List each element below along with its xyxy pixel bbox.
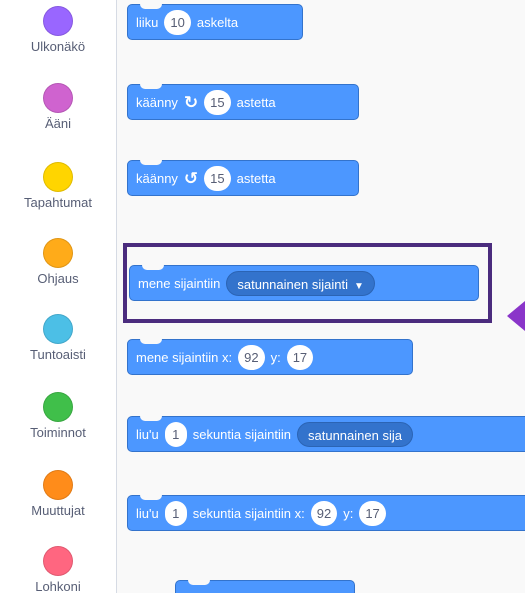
move-steps-block[interactable]: liiku 10 askelta [127, 4, 303, 40]
category-my-blocks[interactable]: Lohkoni [0, 546, 116, 594]
rotate-counterclockwise-icon: ↺ [183, 168, 199, 188]
block-text: y: [343, 505, 354, 521]
block-text: sekuntia sijaintiin x: [192, 505, 305, 521]
category-label: Muuttujat [31, 503, 85, 518]
steps-input[interactable]: 10 [164, 9, 191, 35]
my-blocks-category-icon [43, 546, 73, 576]
y-input[interactable]: 17 [286, 344, 314, 370]
category-sound[interactable]: Ääni [0, 83, 116, 131]
category-variables[interactable]: Muuttujat [0, 470, 116, 518]
block-text: astetta [236, 170, 276, 186]
looks-category-icon [43, 6, 73, 36]
block-text: mene sijaintiin x: [136, 349, 233, 365]
x-input[interactable]: 92 [238, 344, 265, 370]
rotate-clockwise-icon: ↻ [183, 92, 199, 112]
category-operators[interactable]: Toiminnot [0, 392, 116, 440]
seconds-input[interactable]: 1 [164, 500, 187, 526]
block-text: askelta [196, 14, 239, 30]
variables-category-icon [43, 470, 73, 500]
category-events[interactable]: Tapahtumat [0, 162, 116, 210]
category-label: Tapahtumat [24, 195, 92, 210]
category-label: Ulkonäkö [30, 39, 86, 54]
dropdown-value: satunnainen sija [308, 427, 402, 443]
goto-xy-block[interactable]: mene sijaintiin x: 92 y: 17 [127, 339, 413, 375]
block-text: y: [270, 349, 281, 365]
category-label: Tuntoaisti [30, 347, 86, 362]
degrees-input[interactable]: 15 [204, 89, 231, 115]
partial-block[interactable] [175, 580, 355, 593]
turn-right-block[interactable]: käänny ↻ 15 astetta [127, 84, 359, 120]
block-text: liu'u [136, 505, 159, 521]
glide-xy-block[interactable]: liu'u 1 sekuntia sijaintiin x: 92 y: 17 [127, 495, 525, 531]
x-input[interactable]: 92 [310, 500, 338, 526]
category-label: Ääni [44, 116, 72, 131]
sensing-category-icon [43, 314, 73, 344]
block-text: liu'u [136, 426, 159, 442]
category-label: Lohkoni [35, 579, 81, 594]
y-input[interactable]: 17 [359, 500, 386, 526]
category-sidebar: Ulkonäkö Ääni Tapahtumat Ohjaus Tuntoais… [0, 0, 117, 594]
category-sensing[interactable]: Tuntoaisti [0, 314, 116, 362]
operators-category-icon [43, 392, 73, 422]
turn-left-block[interactable]: käänny ↺ 15 astetta [127, 160, 359, 196]
block-text: käänny [136, 94, 178, 110]
block-text: astetta [236, 94, 276, 110]
control-category-icon [43, 238, 73, 268]
category-looks[interactable]: Ulkonäkö [0, 6, 116, 54]
highlight-box [123, 243, 492, 323]
seconds-input[interactable]: 1 [164, 421, 187, 447]
category-control[interactable]: Ohjaus [0, 238, 116, 286]
events-category-icon [43, 162, 73, 192]
block-text: sekuntia sijaintiin [192, 426, 291, 442]
sound-category-icon [43, 83, 73, 113]
pointer-arrow-icon [507, 301, 525, 331]
category-label: Toiminnot [30, 425, 86, 440]
glide-random-block[interactable]: liu'u 1 sekuntia sijaintiin satunnainen … [127, 416, 525, 452]
category-label: Ohjaus [37, 271, 79, 286]
position-dropdown[interactable]: satunnainen sija [297, 421, 413, 447]
degrees-input[interactable]: 15 [204, 165, 231, 191]
block-text: liiku [136, 14, 159, 30]
block-text: käänny [136, 170, 178, 186]
